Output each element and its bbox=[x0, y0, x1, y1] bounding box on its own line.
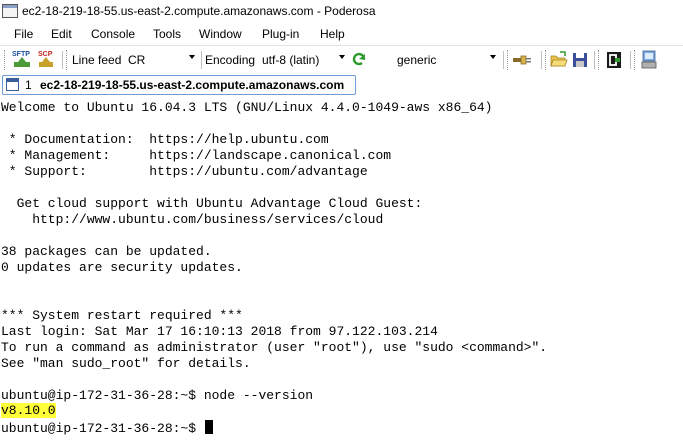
menu-tools[interactable]: Tools bbox=[153, 27, 181, 41]
terminal-type-value: generic bbox=[397, 53, 437, 67]
toolbar-grip[interactable] bbox=[634, 50, 637, 70]
title-bar: ec2-18-219-18-55.us-east-2.compute.amazo… bbox=[0, 0, 683, 24]
terminal-line: * Support: https://ubuntu.com/advantage bbox=[1, 164, 368, 179]
toolbar-separator bbox=[201, 51, 202, 69]
terminal-line: To run a command as administrator (user … bbox=[1, 340, 548, 355]
terminal-line: 0 updates are security updates. bbox=[1, 260, 243, 275]
terminal-cursor bbox=[204, 420, 213, 434]
encoding-dropdown[interactable]: utf-8 (latin) bbox=[258, 50, 347, 70]
save-icon[interactable] bbox=[571, 51, 589, 69]
menu-help[interactable]: Help bbox=[320, 27, 345, 41]
scp-button[interactable]: SCP bbox=[37, 50, 57, 70]
macro-icon[interactable] bbox=[606, 51, 622, 69]
chevron-down-icon bbox=[189, 55, 195, 59]
sftp-button[interactable]: SFTP bbox=[12, 50, 34, 70]
terminal-output-line: v8.10.0 bbox=[1, 403, 56, 419]
terminal-prompt-line[interactable]: ubuntu@ip-172-31-36-28:~$ bbox=[1, 420, 213, 436]
terminal-session-icon bbox=[6, 78, 19, 91]
menu-window[interactable]: Window bbox=[199, 27, 242, 41]
session-tab-label: ec2-18-219-18-55.us-east-2.compute.amazo… bbox=[40, 78, 345, 92]
terminal-command-line: ubuntu@ip-172-31-36-28:~$ node --version bbox=[1, 388, 314, 403]
chevron-down-icon bbox=[490, 55, 496, 59]
line-feed-dropdown[interactable]: CR bbox=[124, 50, 197, 70]
encoding-label: Encoding bbox=[205, 53, 256, 67]
sftp-label: SFTP bbox=[12, 51, 30, 58]
toolbar-grip[interactable] bbox=[598, 50, 601, 70]
terminal-line: See "man sudo_root" for details. bbox=[1, 356, 251, 371]
menu-file[interactable]: File bbox=[14, 27, 33, 41]
terminal-line: *** System restart required *** bbox=[1, 308, 243, 323]
menu-bar: File Edit Console Tools Window Plug-in H… bbox=[0, 24, 683, 44]
refresh-icon[interactable] bbox=[350, 51, 368, 69]
toolbar: SFTP SCP Line feed CR Encoding utf-8 (la… bbox=[0, 45, 683, 73]
shell-prompt: ubuntu@ip-172-31-36-28:~$ bbox=[1, 421, 204, 436]
terminal-line: Last login: Sat Mar 17 16:10:13 2018 fro… bbox=[1, 324, 438, 339]
terminal-line: * Documentation: https://help.ubuntu.com bbox=[1, 132, 329, 147]
toolbar-grip[interactable] bbox=[4, 50, 7, 70]
terminal-line: Get cloud support with Ubuntu Advantage … bbox=[1, 196, 423, 211]
terminal-app-icon bbox=[2, 4, 18, 18]
toolbar-separator bbox=[594, 51, 595, 69]
terminal-type-dropdown[interactable]: generic bbox=[393, 50, 498, 70]
menu-edit[interactable]: Edit bbox=[51, 27, 72, 41]
session-tab-strip: 1 ec2-18-219-18-55.us-east-2.compute.ama… bbox=[0, 73, 683, 97]
terminal-output[interactable]: Welcome to Ubuntu 16.04.3 LTS (GNU/Linux… bbox=[0, 100, 683, 447]
line-feed-value: CR bbox=[128, 53, 146, 67]
scp-label: SCP bbox=[38, 51, 53, 58]
terminal-line: * Management: https://landscape.canonica… bbox=[1, 148, 392, 163]
toolbar-separator bbox=[62, 51, 63, 69]
encoding-value: utf-8 (latin) bbox=[262, 53, 320, 67]
toolbar-grip[interactable] bbox=[66, 50, 69, 70]
window-title: ec2-18-219-18-55.us-east-2.compute.amazo… bbox=[22, 4, 376, 18]
line-feed-label: Line feed bbox=[72, 53, 122, 67]
toolbar-separator bbox=[503, 51, 504, 69]
highlighted-version-output: v8.10.0 bbox=[1, 403, 56, 418]
session-tab-number: 1 bbox=[25, 78, 32, 92]
toolbar-separator bbox=[630, 51, 631, 69]
toolbar-separator bbox=[541, 51, 542, 69]
plug-icon[interactable] bbox=[512, 53, 532, 67]
menu-console[interactable]: Console bbox=[91, 27, 135, 41]
terminal-line: 38 packages can be updated. bbox=[1, 244, 212, 259]
toolbar-grip[interactable] bbox=[507, 50, 510, 70]
chevron-down-icon bbox=[339, 55, 345, 59]
session-tab[interactable]: 1 ec2-18-219-18-55.us-east-2.compute.ama… bbox=[2, 75, 356, 95]
terminal-line: Welcome to Ubuntu 16.04.3 LTS (GNU/Linux… bbox=[1, 100, 493, 115]
disconnect-icon[interactable] bbox=[641, 50, 658, 70]
menu-plug-in[interactable]: Plug-in bbox=[262, 27, 299, 41]
terminal-line: http://www.ubuntu.com/business/services/… bbox=[1, 212, 384, 227]
open-folder-icon[interactable] bbox=[550, 51, 568, 69]
toolbar-grip[interactable] bbox=[545, 50, 548, 70]
